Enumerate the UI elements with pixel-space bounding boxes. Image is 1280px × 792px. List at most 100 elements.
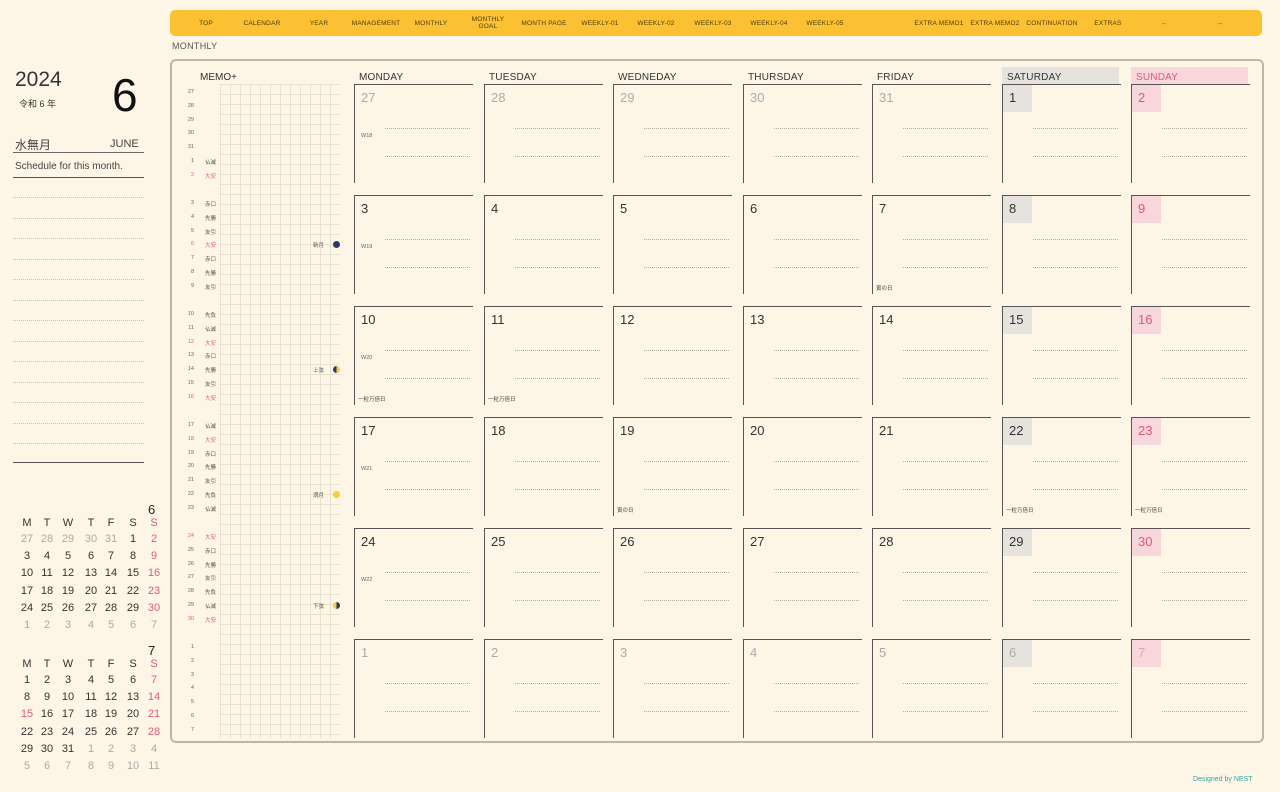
nav-calendar-button[interactable]: CALENDAR xyxy=(234,10,290,36)
entry-line[interactable] xyxy=(644,267,729,268)
entry-line[interactable] xyxy=(515,711,600,712)
mini-cal-day[interactable]: 3 xyxy=(124,743,143,755)
entry-line[interactable] xyxy=(1162,683,1247,684)
mini-cal-day[interactable]: 1 xyxy=(18,619,37,631)
mini-cal-day[interactable]: 4 xyxy=(82,619,101,631)
mini-cal-day[interactable]: 29 xyxy=(59,533,78,545)
day-cell[interactable]: 11 一粒万倍日 xyxy=(484,306,603,405)
day-cell[interactable]: 16 xyxy=(1131,306,1250,405)
day-cell[interactable]: 29 xyxy=(1002,528,1121,627)
nav-weekly-05-button[interactable]: WEEKLY-05 xyxy=(797,10,853,36)
entry-line[interactable] xyxy=(774,128,859,129)
day-cell[interactable]: 6 xyxy=(743,195,862,294)
mini-cal-day[interactable]: 28 xyxy=(145,726,164,738)
entry-line[interactable] xyxy=(1033,683,1118,684)
entry-line[interactable] xyxy=(515,683,600,684)
entry-line[interactable] xyxy=(385,600,470,601)
entry-line[interactable] xyxy=(1033,461,1118,462)
day-cell[interactable]: 7 xyxy=(1131,639,1250,738)
entry-line[interactable] xyxy=(774,350,859,351)
nav-management-button[interactable]: MANAGEMENT xyxy=(348,10,404,36)
schedule-line[interactable] xyxy=(13,197,144,198)
day-cell[interactable]: 12 xyxy=(613,306,732,405)
mini-cal-day[interactable]: 2 xyxy=(145,533,164,545)
mini-cal-day[interactable]: 19 xyxy=(102,708,121,720)
mini-cal-day[interactable]: 2 xyxy=(38,619,57,631)
entry-line[interactable] xyxy=(644,600,729,601)
entry-line[interactable] xyxy=(515,267,600,268)
entry-line[interactable] xyxy=(1162,711,1247,712)
entry-line[interactable] xyxy=(515,350,600,351)
mini-cal-day[interactable]: 18 xyxy=(38,585,57,597)
entry-line[interactable] xyxy=(774,572,859,573)
entry-line[interactable] xyxy=(385,572,470,573)
mini-cal-day[interactable]: 25 xyxy=(82,726,101,738)
day-cell[interactable]: 24 W22 xyxy=(354,528,473,627)
schedule-line[interactable] xyxy=(13,381,144,383)
nav-top-button[interactable]: TOP xyxy=(178,10,234,36)
day-cell[interactable]: 22 一粒万倍日 xyxy=(1002,417,1121,516)
mini-cal-day[interactable]: 27 xyxy=(124,726,143,738)
day-cell[interactable]: 30 xyxy=(743,84,862,183)
entry-line[interactable] xyxy=(903,239,988,240)
mini-cal-day[interactable]: 7 xyxy=(102,550,121,562)
entry-line[interactable] xyxy=(1033,156,1118,157)
mini-cal-day[interactable]: 6 xyxy=(82,550,101,562)
entry-line[interactable] xyxy=(1162,572,1247,573)
mini-cal-day[interactable]: 30 xyxy=(38,743,57,755)
day-cell[interactable]: 20 xyxy=(743,417,862,516)
mini-cal-day[interactable]: 17 xyxy=(59,708,78,720)
day-cell[interactable]: 17 W21 xyxy=(354,417,473,516)
entry-line[interactable] xyxy=(515,156,600,157)
schedule-line[interactable] xyxy=(13,258,144,260)
entry-line[interactable] xyxy=(1162,600,1247,601)
mini-cal-day[interactable]: 21 xyxy=(102,585,121,597)
mini-cal-day[interactable]: 3 xyxy=(59,674,78,686)
entry-line[interactable] xyxy=(1162,350,1247,351)
mini-cal-day[interactable]: 24 xyxy=(59,726,78,738)
mini-cal-day[interactable]: 7 xyxy=(145,619,164,631)
mini-cal-day[interactable]: 16 xyxy=(38,708,57,720)
mini-cal-day[interactable]: 27 xyxy=(18,533,37,545)
day-cell[interactable]: 1 xyxy=(354,639,473,738)
nav-next-arrow-button[interactable]: → xyxy=(1192,10,1248,36)
entry-line[interactable] xyxy=(774,239,859,240)
mini-cal-day[interactable]: 1 xyxy=(82,743,101,755)
entry-line[interactable] xyxy=(903,711,988,712)
entry-line[interactable] xyxy=(515,239,600,240)
mini-cal-day[interactable]: 11 xyxy=(82,691,101,703)
schedule-line[interactable] xyxy=(13,402,144,403)
day-cell[interactable]: 10 W20 一粒万倍日 xyxy=(354,306,473,405)
mini-cal-day[interactable]: 10 xyxy=(124,760,143,772)
entry-line[interactable] xyxy=(515,600,600,601)
day-cell[interactable]: 28 xyxy=(872,528,991,627)
entry-line[interactable] xyxy=(1033,572,1118,573)
day-cell[interactable]: 25 xyxy=(484,528,603,627)
entry-line[interactable] xyxy=(903,461,988,462)
mini-cal-day[interactable]: 5 xyxy=(102,619,121,631)
mini-cal-day[interactable]: 16 xyxy=(145,567,164,579)
mini-cal-day[interactable]: 22 xyxy=(18,726,37,738)
entry-line[interactable] xyxy=(903,378,988,379)
mini-cal-day[interactable]: 31 xyxy=(59,743,78,755)
entry-line[interactable] xyxy=(1162,267,1247,268)
mini-cal-day[interactable]: 30 xyxy=(145,602,164,614)
memo-grid[interactable] xyxy=(220,84,340,738)
mini-cal-day[interactable]: 21 xyxy=(145,708,164,720)
mini-cal-day[interactable]: 31 xyxy=(102,533,121,545)
day-cell[interactable]: 27 W18 xyxy=(354,84,473,183)
mini-cal-day[interactable]: 20 xyxy=(82,585,101,597)
schedule-line[interactable] xyxy=(13,217,144,219)
entry-line[interactable] xyxy=(515,378,600,379)
mini-cal-day[interactable]: 23 xyxy=(145,585,164,597)
nav-prev-arrow-button[interactable]: ← xyxy=(1136,10,1192,36)
mini-cal-day[interactable]: 11 xyxy=(145,760,164,772)
entry-line[interactable] xyxy=(385,128,470,129)
schedule-line[interactable] xyxy=(13,443,144,444)
mini-cal-day[interactable]: 1 xyxy=(124,533,143,545)
mini-cal-day[interactable]: 6 xyxy=(124,619,143,631)
entry-line[interactable] xyxy=(903,128,988,129)
day-cell[interactable]: 3 xyxy=(613,639,732,738)
mini-cal-day[interactable]: 15 xyxy=(18,708,37,720)
day-cell[interactable]: 27 xyxy=(743,528,862,627)
